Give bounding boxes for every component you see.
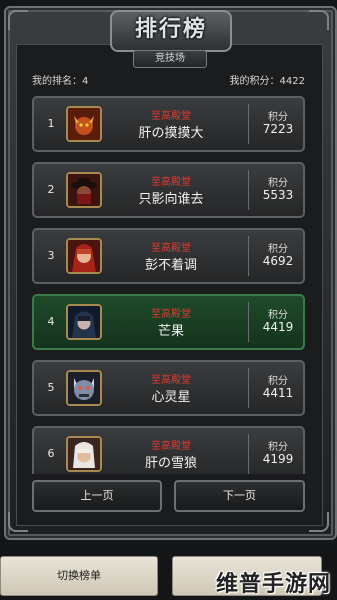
score-label: 积分 <box>268 244 288 255</box>
hall-tier-label: 至高殿堂 <box>151 441 191 452</box>
player-name: 芒果 <box>157 324 184 339</box>
dark-hood-avatar-icon[interactable] <box>66 304 102 340</box>
leaderboard-row[interactable]: 1 至高殿堂 肝の摸摸大 积分 7223 <box>32 96 305 152</box>
score-value: 5533 <box>262 188 294 202</box>
hall-tier-label: 至高殿堂 <box>151 177 191 188</box>
pagination-bar: 上一页 下一页 <box>32 480 305 514</box>
player-name: 肝の摸摸大 <box>138 126 204 141</box>
white-hair-avatar-icon[interactable] <box>66 436 102 472</box>
previous-page-button[interactable]: 上一页 <box>32 480 162 512</box>
red-hood-girl-avatar-icon[interactable] <box>66 238 102 274</box>
my-stats-row: 我的排名：4 我的积分：4422 <box>32 72 305 87</box>
watermark-logo-text: 维普手游网 <box>215 572 331 597</box>
score-value: 4411 <box>262 386 294 400</box>
leaderboard-row[interactable]: 6 至高殿堂 肝の雪狼 积分 4199 <box>32 426 305 474</box>
leaderboard-subtitle: 竞技场 <box>133 50 207 68</box>
leaderboard-row-current-player[interactable]: 4 至高殿堂 芒果 积分 4419 <box>32 294 305 350</box>
leaderboard-row[interactable]: 5 至高殿堂 心灵星 积分 4411 <box>32 360 305 416</box>
score-value: 7223 <box>262 122 294 136</box>
rank-number: 6 <box>47 447 55 460</box>
switch-leaderboard-button[interactable]: 切换榜单 <box>0 556 158 596</box>
player-name: 肝の雪狼 <box>144 456 197 471</box>
hatted-gunslinger-avatar-icon[interactable] <box>66 172 102 208</box>
my-points-label: 我的积分：4422 <box>229 76 305 87</box>
rank-number: 4 <box>47 315 55 328</box>
score-label: 积分 <box>268 376 288 387</box>
rank-number: 1 <box>47 117 55 130</box>
frame-corner-ornament <box>309 10 329 30</box>
score-label: 积分 <box>268 310 288 321</box>
leaderboard-list[interactable]: 1 至高殿堂 肝の摸摸大 积分 7223 2 至高殿堂 只影向谁去 积分 553… <box>32 96 305 474</box>
player-name: 彭不着调 <box>144 258 197 273</box>
frame-corner-ornament <box>8 10 28 30</box>
rank-number: 5 <box>47 381 55 394</box>
hall-tier-label: 至高殿堂 <box>151 111 191 122</box>
rank-number: 2 <box>47 183 55 196</box>
score-label: 积分 <box>268 442 288 453</box>
score-value: 4692 <box>262 254 294 268</box>
score-label: 积分 <box>268 112 288 123</box>
leaderboard-row[interactable]: 3 至高殿堂 彭不着调 积分 4692 <box>32 228 305 284</box>
page-title: 排行榜 <box>110 10 232 52</box>
player-name: 只影向谁去 <box>138 192 204 207</box>
my-rank-label: 我的排名：4 <box>32 76 89 87</box>
rank-number: 3 <box>47 249 55 262</box>
horned-demon-avatar-icon[interactable] <box>66 106 102 142</box>
blue-beast-avatar-icon[interactable] <box>66 370 102 406</box>
player-name: 心灵星 <box>151 390 191 405</box>
next-page-button[interactable]: 下一页 <box>174 480 305 512</box>
score-value: 4419 <box>262 320 294 334</box>
hall-tier-label: 至高殿堂 <box>151 309 191 320</box>
score-label: 积分 <box>268 178 288 189</box>
score-value: 4199 <box>262 452 294 466</box>
hall-tier-label: 至高殿堂 <box>151 375 191 386</box>
hall-tier-label: 至高殿堂 <box>151 243 191 254</box>
leaderboard-row[interactable]: 2 至高殿堂 只影向谁去 积分 5533 <box>32 162 305 218</box>
